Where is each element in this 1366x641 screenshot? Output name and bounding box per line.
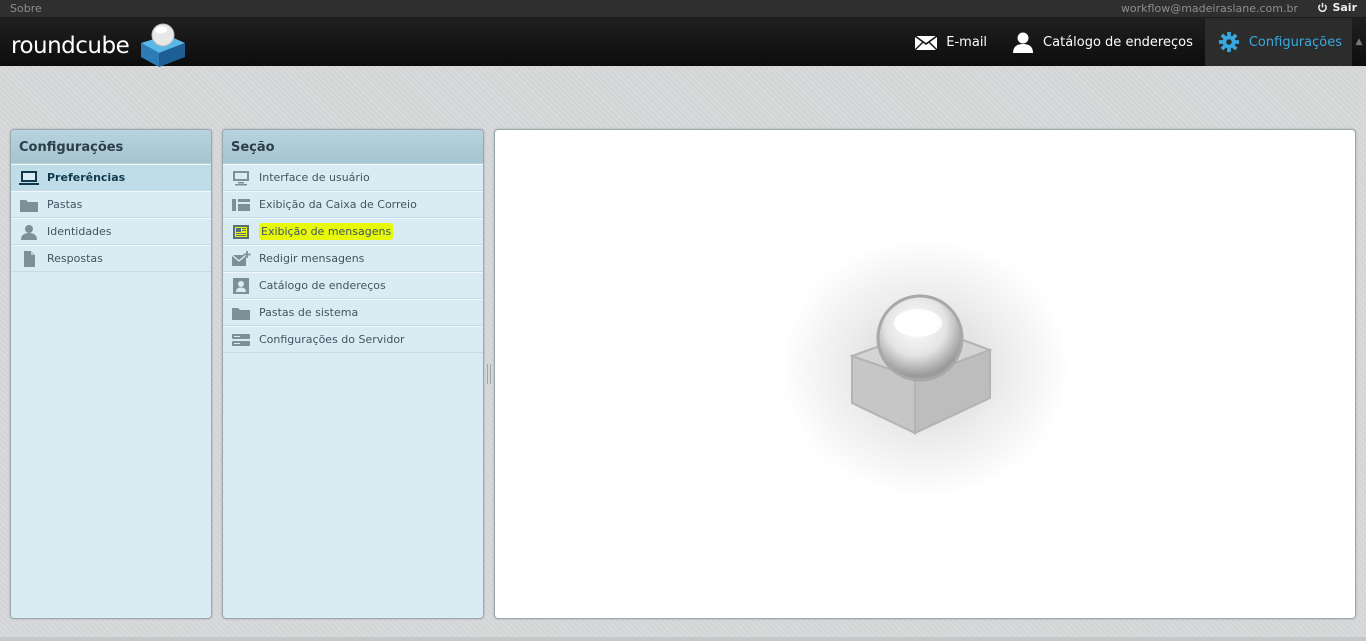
settings-tab-identities[interactable]: Identidades [11, 218, 211, 245]
sections-panel: Seção Interface de usuário Exibição da C… [222, 129, 484, 619]
chevron-up-icon: ▲ [1355, 37, 1363, 47]
envelope-icon [914, 35, 938, 51]
section-label: Interface de usuário [259, 171, 370, 184]
task-settings[interactable]: Configurações [1204, 18, 1352, 66]
settings-tabs-title: Configurações [11, 130, 211, 164]
settings-tab-preferences[interactable]: Preferências [11, 164, 211, 191]
username-label: workflow@madeiraslane.com.br [1120, 2, 1298, 15]
section-label: Pastas de sistema [259, 306, 359, 319]
logout-label: Sair [1332, 1, 1357, 14]
folder-icon [20, 199, 38, 212]
task-addressbook[interactable]: Catálogo de endereços [999, 18, 1205, 66]
section-label: Exibição de mensagens [259, 223, 394, 240]
settings-tab-label: Identidades [47, 225, 112, 238]
collapse-header-button[interactable]: ▲ [1352, 18, 1366, 66]
settings-tab-label: Respostas [47, 252, 103, 265]
logo-text: roundcube [11, 33, 130, 59]
roundcube-logo[interactable]: roundcube [11, 23, 191, 67]
gear-icon [1218, 31, 1239, 53]
task-addressbook-label: Catálogo de endereços [1043, 34, 1193, 50]
monitor-icon [19, 170, 39, 185]
task-email-label: E-mail [946, 34, 988, 50]
panel-splitter[interactable] [487, 364, 491, 384]
task-email[interactable]: E-mail [902, 18, 999, 66]
server-icon [232, 333, 250, 346]
section-label: Configurações do Servidor [259, 333, 405, 346]
contact-card-icon [233, 277, 249, 294]
settings-tab-label: Preferências [47, 171, 126, 184]
top-bar: Sobre workflow@madeiraslane.com.br Sair [0, 0, 1366, 18]
section-compose[interactable]: Redigir mensagens [223, 245, 483, 272]
person-icon [21, 224, 37, 240]
section-mailbox-view[interactable]: Exibição da Caixa de Correio [223, 191, 483, 218]
document-icon [24, 250, 35, 267]
person-icon [1013, 32, 1034, 53]
settings-tab-label: Pastas [47, 198, 83, 211]
about-link[interactable]: Sobre [10, 2, 42, 15]
settings-tab-responses[interactable]: Respostas [11, 245, 211, 272]
compose-icon [231, 250, 251, 266]
section-label: Exibição da Caixa de Correio [259, 198, 417, 211]
roundcube-watermark-icon [780, 238, 1070, 498]
sections-title: Seção [223, 130, 483, 164]
task-settings-label: Configurações [1248, 34, 1342, 50]
monitor-icon [233, 170, 249, 185]
header: roundcube E-mail Catálogo de endereços C… [0, 18, 1366, 67]
layout-icon [232, 198, 250, 211]
section-label: Redigir mensagens [259, 252, 365, 265]
section-user-interface[interactable]: Interface de usuário [223, 164, 483, 191]
logout-button[interactable]: Sair [1317, 1, 1357, 14]
message-view-icon [233, 224, 249, 239]
taskbar: E-mail Catálogo de endereços Configuraçõ… [902, 18, 1366, 66]
power-icon [1318, 2, 1328, 13]
folder-icon [232, 307, 250, 320]
section-server-settings[interactable]: Configurações do Servidor [223, 326, 483, 353]
section-addressbook[interactable]: Catálogo de endereços [223, 272, 483, 299]
settings-tabs-panel: Configurações Preferências Pastas Identi… [10, 129, 212, 619]
section-label: Catálogo de endereços [259, 279, 386, 292]
settings-tab-folders[interactable]: Pastas [11, 191, 211, 218]
section-message-view[interactable]: Exibição de mensagens [223, 218, 483, 245]
section-system-folders[interactable]: Pastas de sistema [223, 299, 483, 326]
footer-strip [0, 637, 1366, 641]
roundcube-cube-icon [141, 23, 185, 67]
